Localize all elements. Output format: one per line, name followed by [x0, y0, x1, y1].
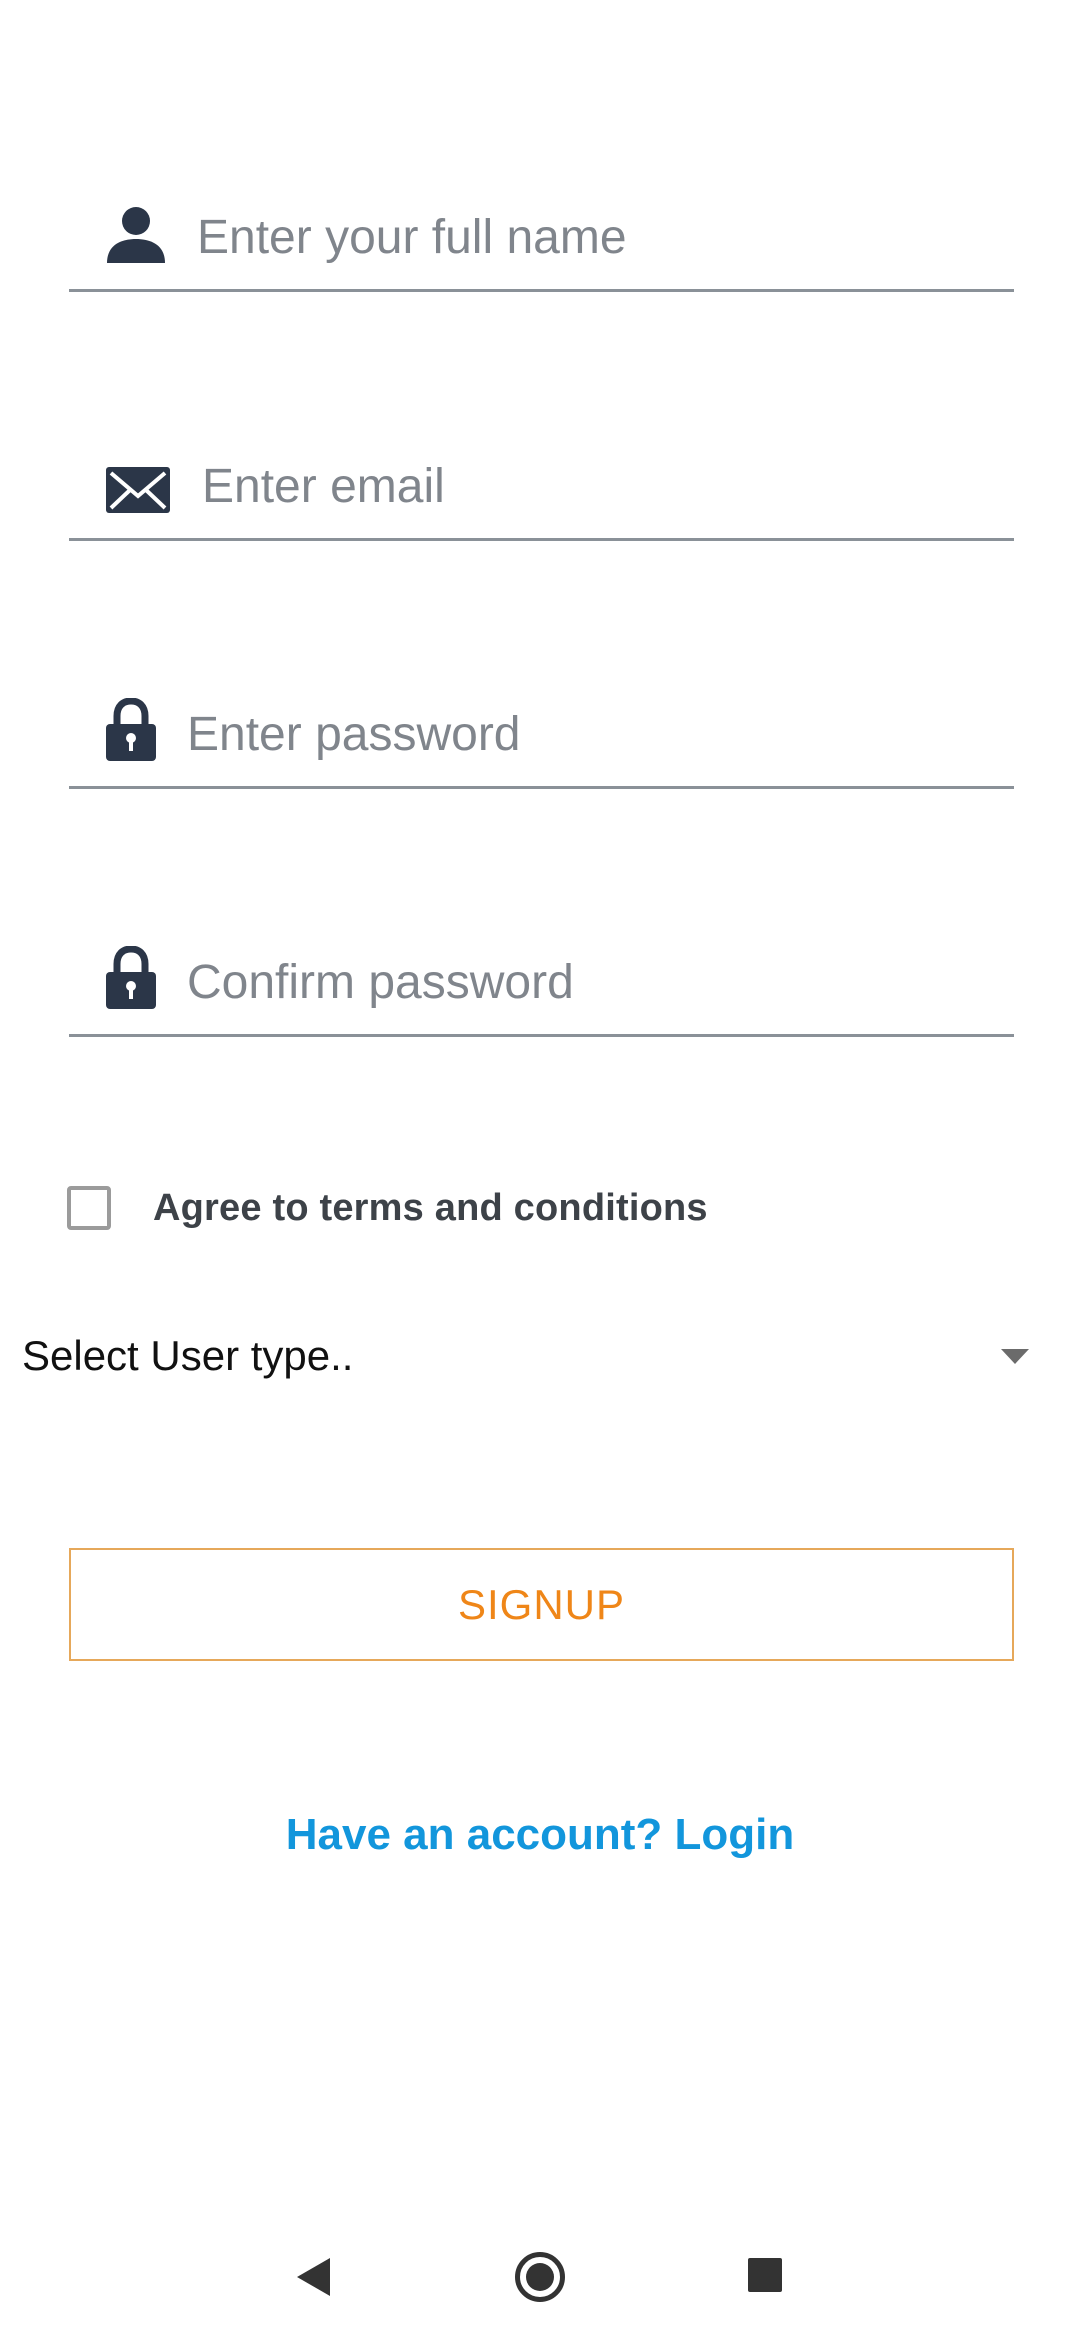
email-input[interactable] — [202, 454, 982, 518]
lock-icon — [105, 698, 157, 762]
envelope-icon — [105, 466, 171, 514]
email-field — [69, 411, 1014, 541]
recents-square-icon[interactable] — [748, 2258, 782, 2292]
terms-checkbox[interactable] — [67, 1186, 111, 1230]
person-icon — [105, 203, 167, 265]
terms-label[interactable]: Agree to terms and conditions — [153, 1187, 708, 1230]
full-name-input[interactable] — [197, 205, 977, 269]
login-link[interactable]: Have an account? Login — [0, 1810, 1080, 1860]
password-field — [69, 659, 1014, 789]
full-name-field — [69, 162, 1014, 292]
signup-button[interactable]: SIGNUP — [69, 1548, 1014, 1661]
caret-down-icon — [1001, 1349, 1029, 1364]
user-type-dropdown[interactable]: Select User type.. — [0, 1300, 1080, 1420]
confirm-password-field — [69, 907, 1014, 1037]
lock-icon — [105, 946, 157, 1010]
password-input[interactable] — [187, 702, 967, 766]
user-type-selected: Select User type.. — [22, 1332, 354, 1379]
home-circle-icon[interactable] — [515, 2252, 565, 2302]
confirm-password-input[interactable] — [187, 950, 967, 1014]
system-navigation-bar — [0, 2230, 1080, 2340]
back-triangle-icon[interactable] — [297, 2258, 330, 2296]
terms-row: Agree to terms and conditions — [67, 1186, 708, 1230]
